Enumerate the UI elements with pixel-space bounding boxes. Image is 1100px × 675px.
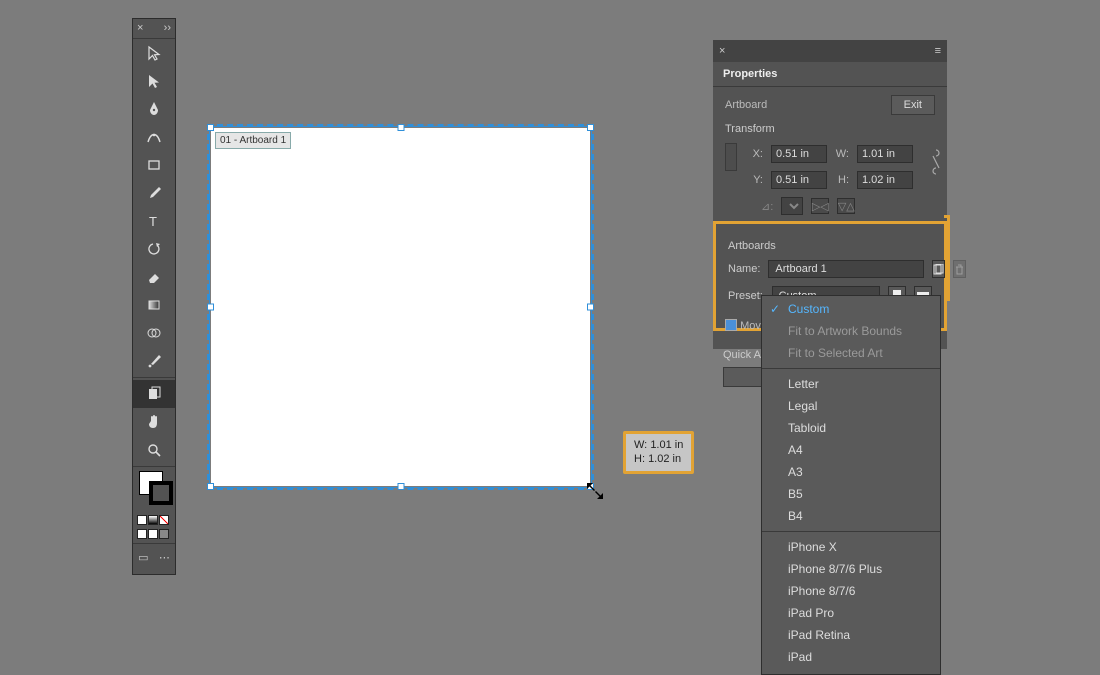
- resize-handle[interactable]: [587, 304, 594, 311]
- draw-inside-icon[interactable]: [159, 529, 169, 539]
- artboard-label: 01 - Artboard 1: [215, 132, 291, 149]
- constrain-proportions-icon[interactable]: [929, 143, 943, 181]
- preset-option[interactable]: iPad Retina: [762, 624, 940, 646]
- transform-section-title: Transform: [725, 123, 935, 135]
- canvas[interactable]: 01 - Artboard 1: [211, 128, 590, 486]
- preset-option[interactable]: B4: [762, 505, 940, 527]
- resize-handle[interactable]: [207, 483, 214, 490]
- selection-tool[interactable]: [133, 39, 175, 67]
- zoom-tool[interactable]: [133, 436, 175, 464]
- resize-handle[interactable]: [587, 124, 594, 131]
- draw-mode-row[interactable]: [133, 527, 175, 541]
- resize-cursor-icon: [586, 482, 604, 500]
- preset-option: Fit to Selected Art: [762, 342, 940, 364]
- resize-handle[interactable]: [207, 304, 214, 311]
- hand-tool[interactable]: [133, 408, 175, 436]
- artboards-title: Artboards: [728, 240, 932, 252]
- w-input[interactable]: [857, 145, 913, 163]
- preset-option: Fit to Artwork Bounds: [762, 320, 940, 342]
- flip-vertical-icon[interactable]: ▽△: [837, 198, 855, 214]
- pen-tool[interactable]: [133, 95, 175, 123]
- preset-option[interactable]: A4: [762, 439, 940, 461]
- reference-point-grid[interactable]: [725, 143, 737, 171]
- tool-panel-footer: ▭ ⋯: [133, 546, 175, 568]
- y-label: Y:: [749, 174, 763, 186]
- artboard-tool[interactable]: [133, 380, 175, 408]
- rotate-tool[interactable]: [133, 235, 175, 263]
- object-type-label: Artboard: [725, 99, 767, 111]
- x-label: X:: [749, 148, 763, 160]
- preset-option[interactable]: iPhone 8/7/6: [762, 580, 940, 602]
- panel-title: Properties: [713, 62, 947, 87]
- resize-handle[interactable]: [397, 124, 404, 131]
- preset-option[interactable]: iPhone X: [762, 536, 940, 558]
- direct-selection-tool[interactable]: [133, 67, 175, 95]
- preset-option[interactable]: Letter: [762, 373, 940, 395]
- highlight-annotation: [944, 215, 950, 301]
- w-label: W:: [835, 148, 849, 160]
- svg-text:T: T: [149, 214, 157, 229]
- delete-artboard-icon: [953, 260, 966, 278]
- artboard-name-input[interactable]: [768, 260, 924, 278]
- draw-behind-icon[interactable]: [148, 529, 158, 539]
- dimension-badge: W: 1.01 in H: 1.02 in: [623, 431, 694, 474]
- solid-color-icon[interactable]: [137, 515, 147, 525]
- name-label: Name:: [728, 263, 760, 275]
- shape-builder-tool[interactable]: [133, 319, 175, 347]
- angle-label: ⊿:: [761, 200, 773, 213]
- flip-horizontal-icon[interactable]: ▷◁: [811, 198, 829, 214]
- eyedropper-tool[interactable]: [133, 347, 175, 375]
- rectangle-tool[interactable]: [133, 151, 175, 179]
- exit-button[interactable]: Exit: [891, 95, 935, 115]
- edit-toolbar-icon[interactable]: ⋯: [159, 551, 170, 564]
- preset-option[interactable]: A3: [762, 461, 940, 483]
- preset-option[interactable]: Custom: [762, 298, 940, 320]
- resize-handle[interactable]: [207, 124, 214, 131]
- angle-select[interactable]: [781, 197, 803, 215]
- draw-normal-icon[interactable]: [137, 529, 147, 539]
- preset-option[interactable]: B5: [762, 483, 940, 505]
- preset-option[interactable]: iPad: [762, 646, 940, 668]
- close-icon[interactable]: ×: [719, 45, 725, 57]
- preset-label: Preset:: [728, 290, 764, 302]
- h-label: H:: [835, 174, 849, 186]
- panel-menu-icon[interactable]: ≡: [935, 45, 941, 57]
- screen-mode-icon[interactable]: ▭: [138, 551, 148, 564]
- preset-option[interactable]: iPhone 8/7/6 Plus: [762, 558, 940, 580]
- collapse-icon[interactable]: ››: [164, 23, 171, 34]
- gradient-icon[interactable]: [148, 515, 158, 525]
- resize-handle[interactable]: [587, 483, 594, 490]
- color-mode-row[interactable]: [133, 513, 175, 527]
- curvature-tool[interactable]: [133, 123, 175, 151]
- gradient-tool[interactable]: [133, 291, 175, 319]
- close-icon[interactable]: ×: [137, 23, 143, 34]
- panel-header[interactable]: × ≡: [713, 40, 947, 62]
- y-input[interactable]: [771, 171, 827, 189]
- preset-option[interactable]: iPad Pro: [762, 602, 940, 624]
- preset-option[interactable]: Legal: [762, 395, 940, 417]
- fill-stroke-swatch[interactable]: [133, 469, 175, 513]
- paintbrush-tool[interactable]: [133, 179, 175, 207]
- artboard[interactable]: 01 - Artboard 1: [211, 128, 590, 486]
- type-tool[interactable]: T: [133, 207, 175, 235]
- tool-panel-header[interactable]: × ››: [133, 19, 175, 39]
- preset-dropdown-menu[interactable]: CustomFit to Artwork BoundsFit to Select…: [761, 295, 941, 675]
- h-input[interactable]: [857, 171, 913, 189]
- preset-option[interactable]: Tabloid: [762, 417, 940, 439]
- x-input[interactable]: [771, 145, 827, 163]
- resize-handle[interactable]: [397, 483, 404, 490]
- eraser-tool[interactable]: [133, 263, 175, 291]
- tool-panel: × ›› T ▭ ⋯: [132, 18, 176, 575]
- stroke-swatch[interactable]: [149, 481, 173, 505]
- none-color-icon[interactable]: [159, 515, 169, 525]
